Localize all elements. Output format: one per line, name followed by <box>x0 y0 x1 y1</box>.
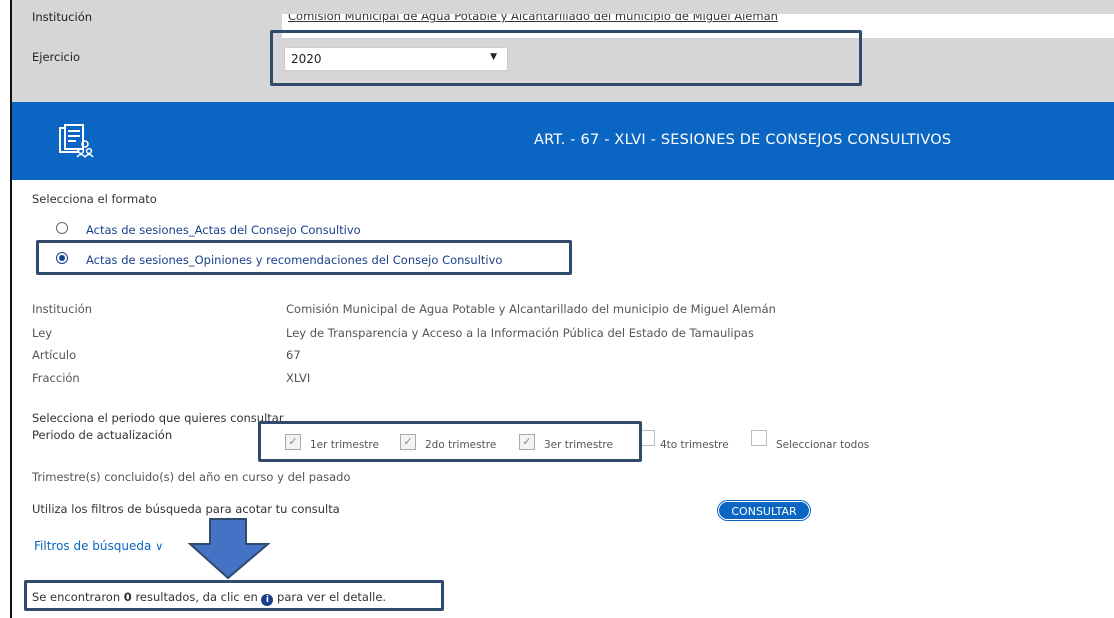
detail-article-value: 67 <box>286 348 301 362</box>
document-list-people-icon <box>59 124 94 158</box>
format-heading: Selecciona el formato <box>32 192 157 206</box>
info-icon[interactable]: i <box>261 594 274 606</box>
format-option-1-label[interactable]: Actas de sesiones_Actas del Consejo Cons… <box>86 223 361 237</box>
chevron-down-icon: ∨ <box>155 540 164 553</box>
down-arrow-icon <box>188 518 270 580</box>
detail-institution-value: Comisión Municipal de Agua Potable y Alc… <box>286 302 776 316</box>
results-message: Se encontraron 0 resultados, da clic en … <box>32 590 386 606</box>
search-hint: Utiliza los filtros de búsqueda para aco… <box>32 502 340 516</box>
period-note: Trimestre(s) concluido(s) del año en cur… <box>32 470 351 484</box>
results-suffix: para ver el detalle. <box>273 590 387 604</box>
results-count: 0 <box>123 590 132 604</box>
year-label: Ejercicio <box>32 50 81 64</box>
period-highlight-box <box>258 421 642 462</box>
results-mid: resultados, da clic en <box>131 590 262 604</box>
period-update-label: Periodo de actualización <box>32 428 173 442</box>
format-radio-1[interactable] <box>56 222 68 234</box>
search-filters-label: Filtros de búsqueda <box>34 539 152 553</box>
checkbox-q4-label[interactable]: 4to trimestre <box>660 439 729 451</box>
detail-fraction-value: XLVI <box>286 371 311 385</box>
detail-fraction-label: Fracción <box>32 371 80 385</box>
consultar-button[interactable]: CONSULTAR <box>718 501 810 520</box>
institution-field-value: Comisión Municipal de Agua Potable y Alc… <box>288 14 778 23</box>
page-frame: Institución Comisión Municipal de Agua P… <box>10 0 1114 618</box>
results-prefix: Se encontraron <box>32 590 124 604</box>
detail-institution-label: Institución <box>32 302 93 316</box>
institution-label: Institución <box>32 10 93 24</box>
format-highlight-box <box>36 240 572 275</box>
checkbox-select-all-label[interactable]: Seleccionar todos <box>776 439 869 451</box>
section-banner: ART. - 67 - XLVI - SESIONES DE CONSEJOS … <box>12 102 1114 180</box>
detail-article-label: Artículo <box>32 348 77 362</box>
search-filters-toggle[interactable]: Filtros de búsqueda ∨ <box>34 539 163 553</box>
year-highlight-box <box>270 30 862 86</box>
filter-bar: Institución Comisión Municipal de Agua P… <box>12 0 1114 102</box>
checkbox-select-all[interactable] <box>751 430 767 446</box>
detail-law-value: Ley de Transparencia y Acceso a la Infor… <box>286 326 754 340</box>
detail-law-label: Ley <box>32 326 53 340</box>
section-title: ART. - 67 - XLVI - SESIONES DE CONSEJOS … <box>534 132 952 148</box>
period-heading: Selecciona el periodo que quieres consul… <box>32 411 284 425</box>
